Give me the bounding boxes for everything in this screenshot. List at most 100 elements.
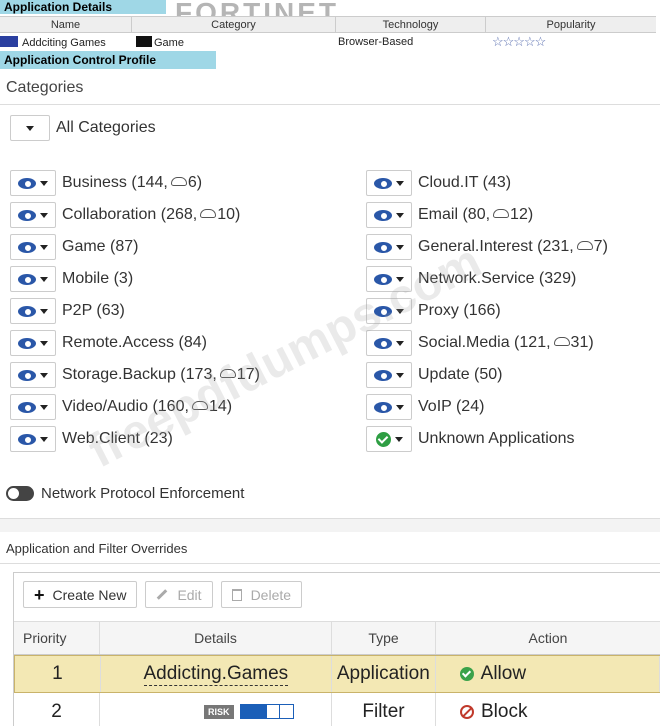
category-action-dropdown[interactable] — [10, 394, 56, 420]
delete-button[interactable]: Delete — [220, 581, 303, 608]
category-action-dropdown[interactable] — [10, 170, 56, 196]
details-name-cell: Addciting Games — [0, 36, 106, 49]
category-label: Game (87) — [62, 238, 139, 255]
eye-icon — [374, 401, 392, 413]
row-type: Filter — [332, 693, 436, 726]
category-action-dropdown[interactable] — [366, 298, 412, 324]
col-type[interactable]: Type — [332, 622, 436, 654]
cloud-icon — [219, 369, 236, 378]
popularity-stars: ☆☆☆☆☆ — [492, 34, 546, 49]
chevron-down-icon — [394, 436, 403, 442]
application-control-profile-label: Application Control Profile — [0, 51, 216, 69]
category-row: Email (80, 12) — [366, 199, 608, 231]
details-data-row[interactable]: Addciting Games Game Browser-Based ☆☆☆☆☆ — [0, 34, 656, 50]
category-label: Video/Audio (160, 14) — [62, 398, 233, 415]
category-action-dropdown[interactable] — [10, 330, 56, 356]
chevron-down-icon — [396, 244, 404, 250]
section-separator — [0, 518, 660, 532]
chevron-down-icon — [396, 372, 404, 378]
overrides-table: Priority Details Type Action 1 Addicting… — [14, 621, 660, 726]
row-action: Block — [436, 693, 660, 726]
category-row: Remote.Access (84) — [10, 327, 260, 359]
cloud-icon — [170, 177, 187, 186]
category-action-dropdown[interactable] — [10, 426, 56, 452]
category-action-dropdown[interactable] — [366, 330, 412, 356]
col-details[interactable]: Details — [100, 622, 332, 654]
col-action[interactable]: Action — [436, 622, 660, 654]
category-action-dropdown[interactable] — [366, 426, 412, 452]
eye-icon — [374, 337, 392, 349]
eye-icon — [18, 241, 36, 253]
category-label: VoIP (24) — [418, 398, 485, 415]
table-row[interactable]: 2 RISK Filter Block — [14, 693, 660, 726]
col-priority[interactable]: Priority — [14, 622, 100, 654]
category-action-dropdown[interactable] — [366, 394, 412, 420]
row-action: Allow — [436, 656, 660, 692]
category-row: Proxy (166) — [366, 295, 608, 327]
eye-icon — [374, 209, 392, 221]
network-protocol-enforcement-toggle[interactable] — [6, 486, 34, 501]
category-action-dropdown[interactable] — [366, 266, 412, 292]
details-col-category[interactable]: Category — [132, 17, 336, 32]
create-new-button[interactable]: + Create New — [23, 581, 138, 608]
edit-button[interactable]: Edit — [145, 581, 213, 608]
eye-icon — [18, 401, 36, 413]
cloud-icon — [191, 401, 208, 410]
details-col-name[interactable]: Name — [0, 17, 132, 32]
divider — [0, 104, 660, 105]
category-label: Update (50) — [418, 366, 503, 383]
category-action-dropdown[interactable] — [366, 234, 412, 260]
chevron-down-icon — [396, 212, 404, 218]
overrides-table-header: Priority Details Type Action — [14, 621, 660, 655]
category-row: P2P (63) — [10, 295, 260, 327]
overrides-title: Application and Filter Overrides — [6, 541, 188, 556]
category-label: Remote.Access (84) — [62, 334, 207, 351]
risk-label: RISK — [204, 704, 234, 719]
eye-icon — [18, 209, 36, 221]
chevron-down-icon — [40, 212, 48, 218]
category-action-dropdown[interactable] — [10, 298, 56, 324]
category-label: Unknown Applications — [418, 430, 575, 447]
category-action-dropdown[interactable] — [366, 202, 412, 228]
details-col-technology[interactable]: Technology — [336, 17, 486, 32]
row-priority: 1 — [15, 656, 101, 692]
category-action-dropdown[interactable] — [366, 170, 412, 196]
network-protocol-enforcement-row: Network Protocol Enforcement — [6, 485, 244, 502]
check-circle-icon — [375, 431, 391, 447]
category-action-dropdown[interactable] — [10, 266, 56, 292]
cloud-icon — [493, 209, 510, 218]
category-row: Business (144, 6) — [10, 167, 260, 199]
eye-icon — [18, 273, 36, 285]
all-categories-label: All Categories — [56, 119, 156, 136]
chevron-down-icon — [40, 180, 48, 186]
category-label: Collaboration (268, 10) — [62, 206, 241, 223]
category-action-dropdown[interactable] — [10, 234, 56, 260]
category-row: Web.Client (23) — [10, 423, 260, 455]
eye-icon — [374, 273, 392, 285]
category-label: Proxy (166) — [418, 302, 501, 319]
category-action-dropdown[interactable] — [366, 362, 412, 388]
cloud-icon — [200, 209, 217, 218]
chevron-down-icon — [396, 276, 404, 282]
row-details: RISK — [100, 693, 332, 726]
eye-icon — [374, 241, 392, 253]
table-row[interactable]: 1 Addicting.Games Application Allow — [14, 655, 660, 693]
categories-title: Categories — [6, 79, 84, 96]
category-label: Web.Client (23) — [62, 430, 173, 447]
eye-icon — [18, 369, 36, 381]
eye-icon — [374, 177, 392, 189]
details-col-popularity[interactable]: Popularity — [486, 17, 656, 32]
category-action-dropdown[interactable] — [10, 362, 56, 388]
eye-icon — [374, 369, 392, 381]
risk-level-indicator — [239, 704, 294, 719]
all-categories-control: All Categories — [10, 115, 156, 141]
chevron-down-icon — [40, 404, 48, 410]
all-categories-dropdown[interactable] — [10, 115, 50, 141]
category-action-dropdown[interactable] — [10, 202, 56, 228]
category-label: Social.Media (121, 31) — [418, 334, 594, 351]
trash-icon — [231, 588, 242, 601]
divider — [0, 563, 660, 564]
category-row: Video/Audio (160, 14) — [10, 391, 260, 423]
category-row: General.Interest (231, 7) — [366, 231, 608, 263]
app-link[interactable]: Addicting.Games — [143, 663, 289, 686]
